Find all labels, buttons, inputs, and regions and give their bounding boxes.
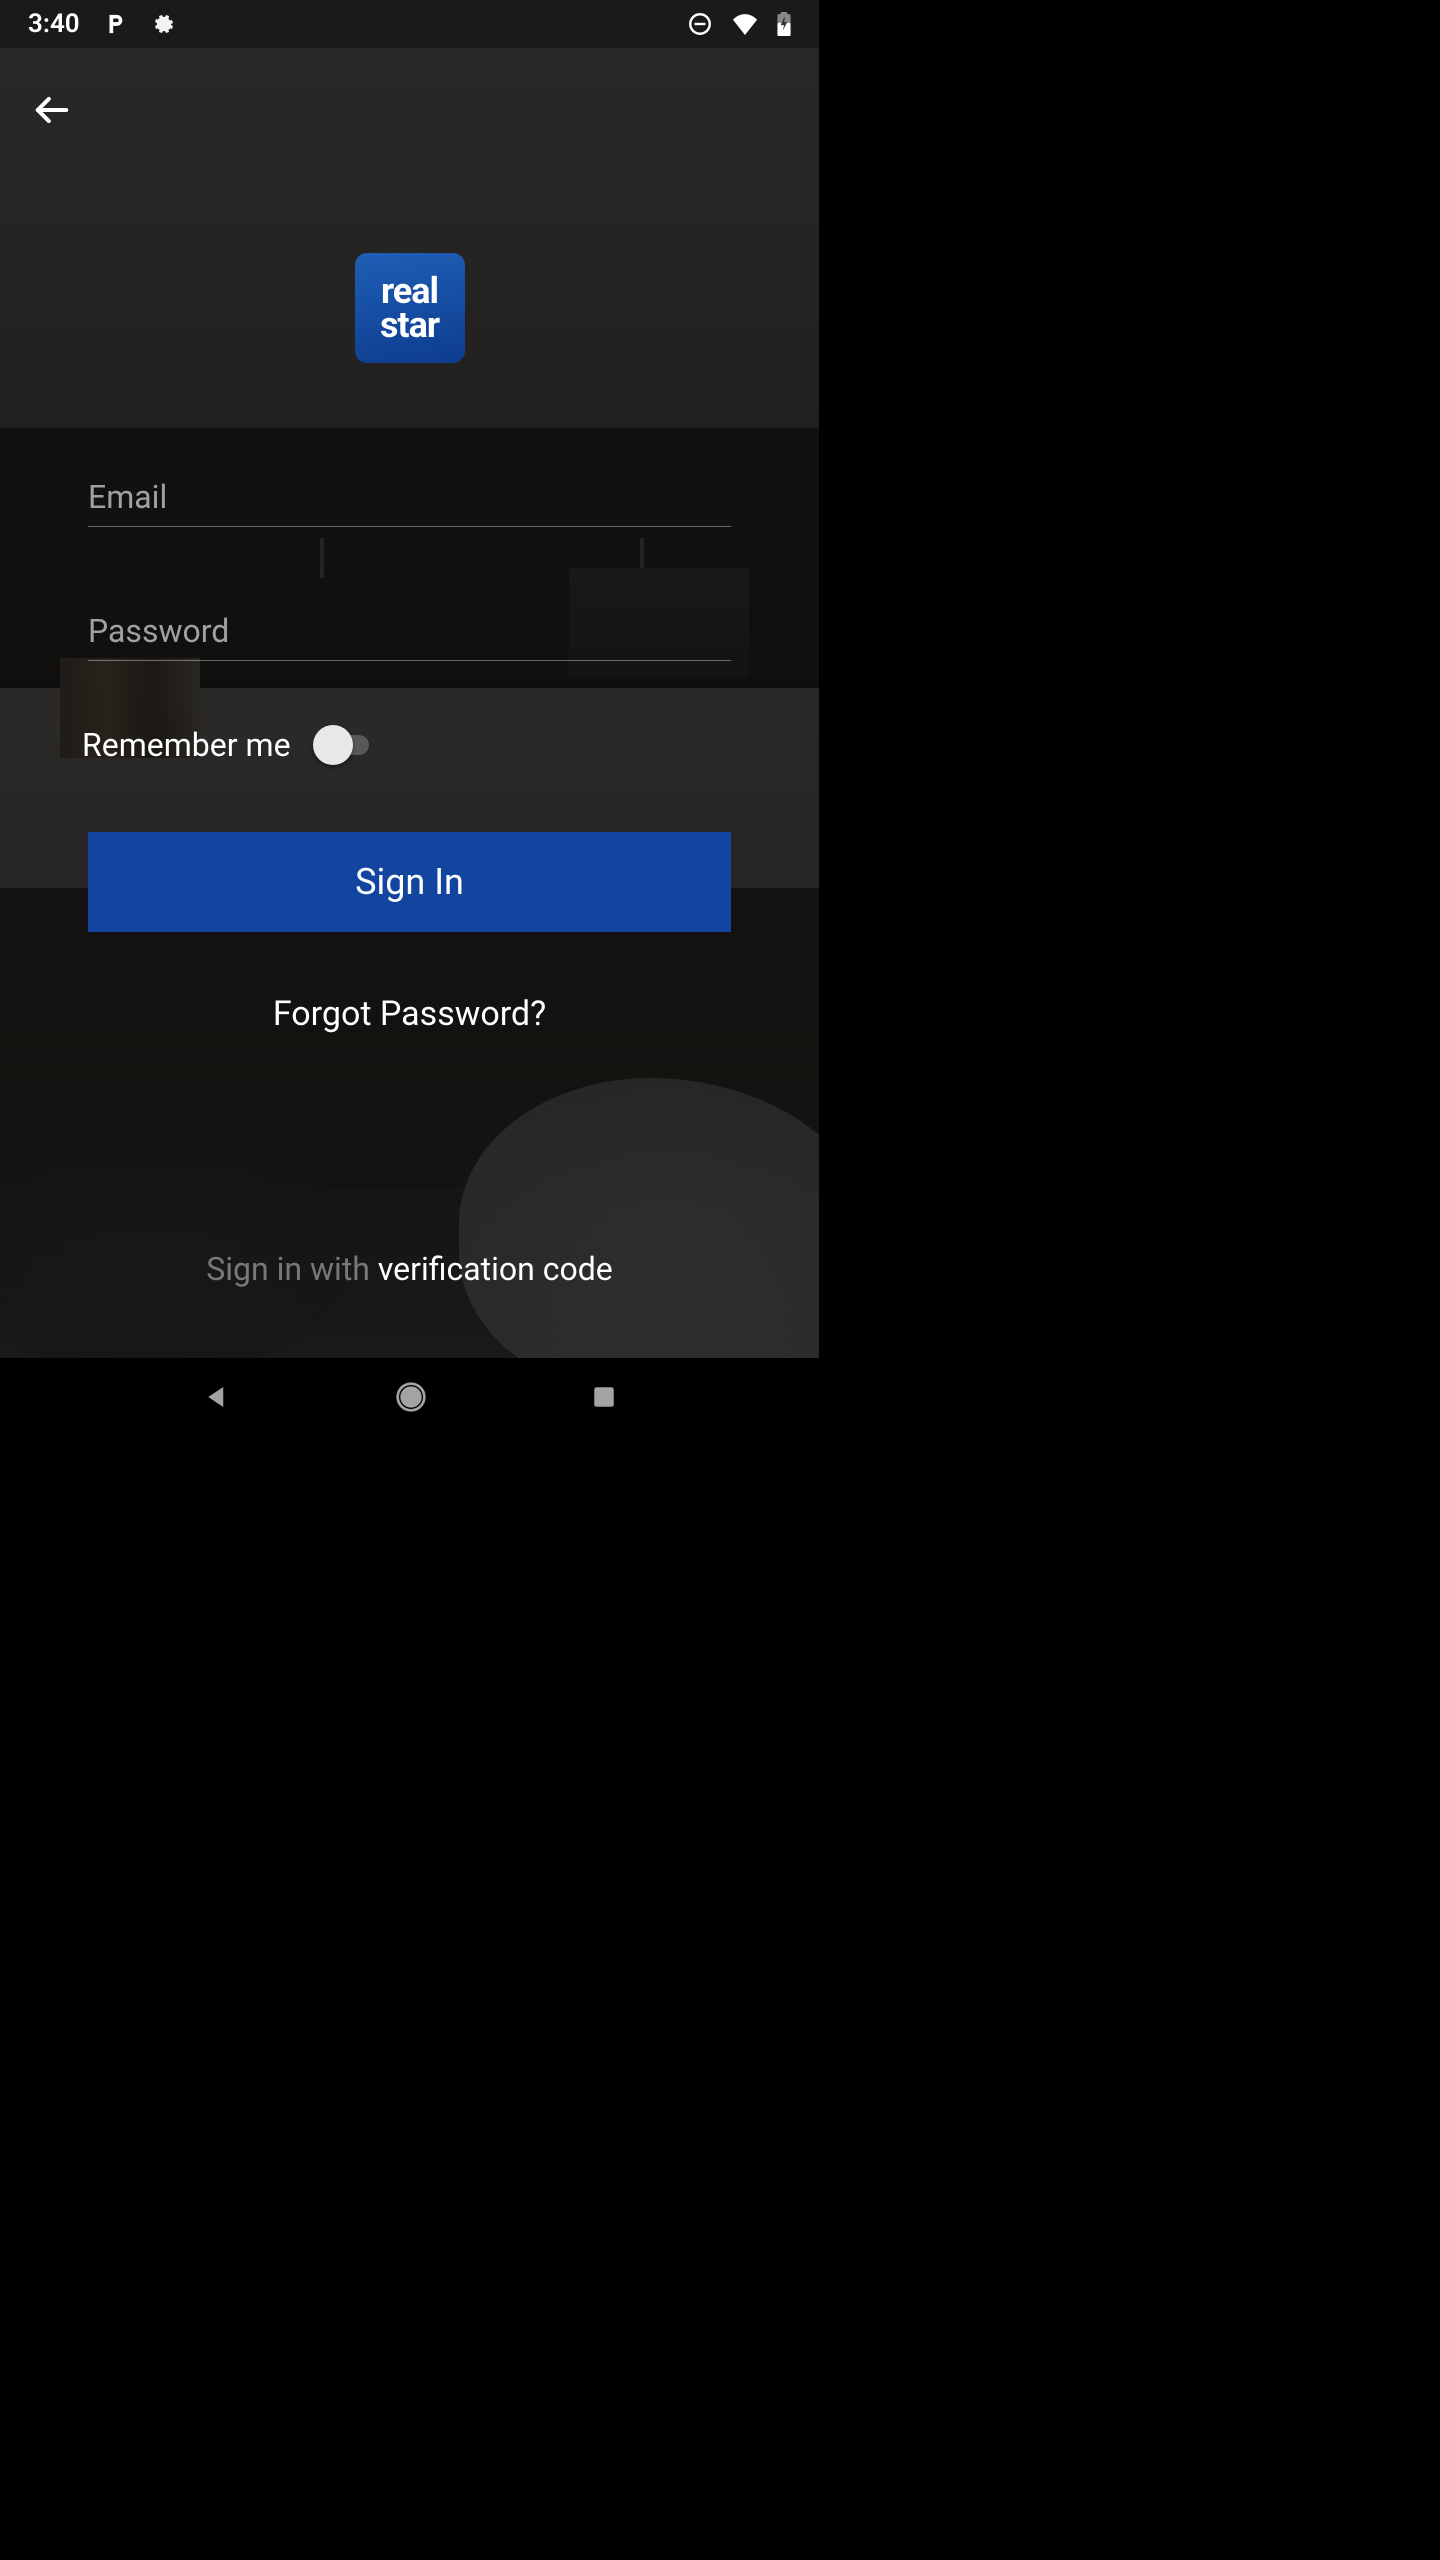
login-form: Remember me Sign In Forgot Password? <box>88 468 731 1034</box>
remember-me-row: Remember me <box>82 726 731 764</box>
status-left-group: 3:40 <box>28 9 174 39</box>
realstar-logo: real star <box>355 253 465 363</box>
back-button[interactable] <box>28 86 76 134</box>
remember-me-label: Remember me <box>82 726 291 764</box>
sign-in-button[interactable]: Sign In <box>88 832 731 932</box>
battery-charging-icon <box>777 12 791 36</box>
nav-back-button[interactable] <box>202 1382 232 1416</box>
arrow-left-icon <box>33 91 71 129</box>
status-right-group <box>687 11 791 37</box>
alt-signin-emphasis: verification code <box>378 1250 613 1288</box>
status-time: 3:40 <box>28 9 80 39</box>
logo-line2: star <box>380 308 439 342</box>
p-icon <box>104 13 126 35</box>
password-field[interactable] <box>88 602 731 661</box>
wifi-icon <box>731 13 759 35</box>
triangle-left-icon <box>202 1382 232 1412</box>
do-not-disturb-icon <box>687 11 713 37</box>
login-screen: real star Remember me Sign In Forgot Pas… <box>0 48 819 1358</box>
remember-me-toggle[interactable] <box>317 730 377 760</box>
toggle-thumb <box>313 725 353 765</box>
square-icon <box>591 1384 617 1410</box>
nav-recents-button[interactable] <box>591 1384 617 1414</box>
logo-line1: real <box>381 274 438 308</box>
sign-in-verification-link[interactable]: Sign in with verification code <box>0 1250 819 1288</box>
status-bar: 3:40 <box>0 0 819 48</box>
nav-home-button[interactable] <box>395 1381 427 1417</box>
forgot-password-link[interactable]: Forgot Password? <box>88 994 731 1034</box>
gear-broken-icon <box>150 12 174 36</box>
alt-signin-prefix: Sign in with <box>206 1250 378 1288</box>
system-nav-bar <box>0 1358 819 1440</box>
circle-icon <box>395 1381 427 1413</box>
email-field[interactable] <box>88 468 731 527</box>
